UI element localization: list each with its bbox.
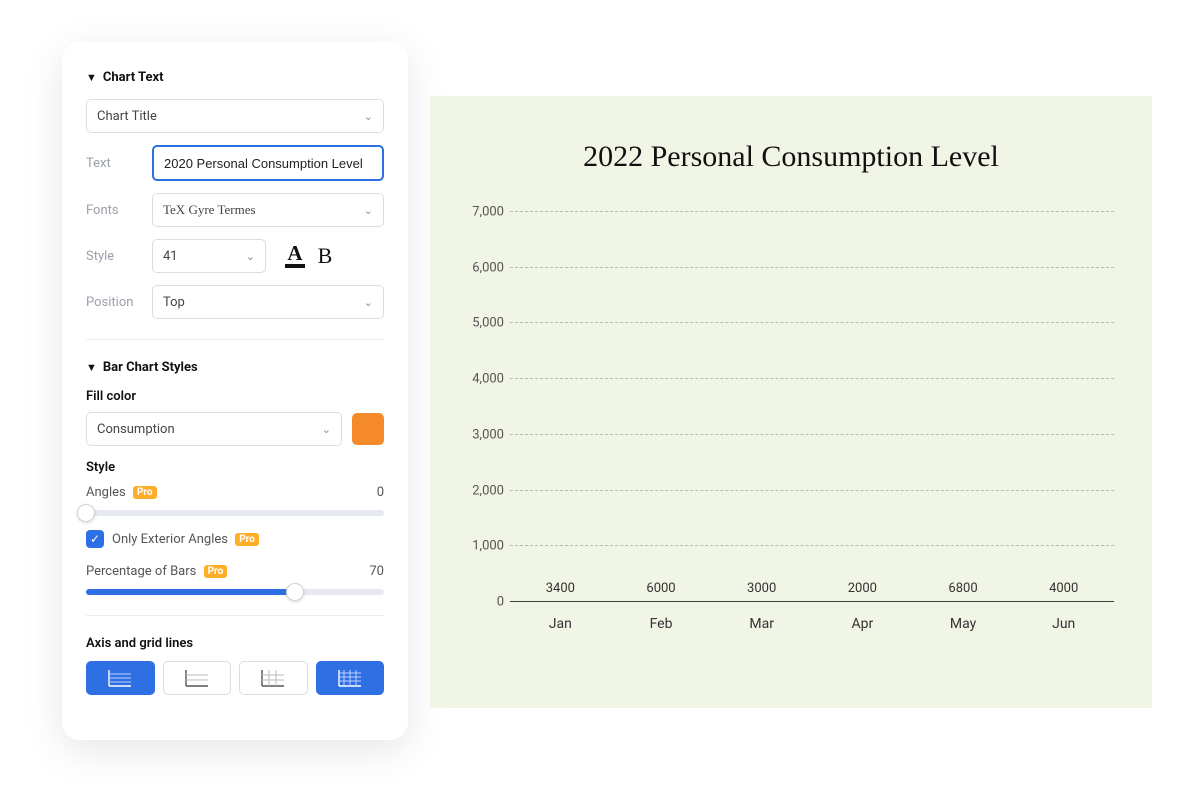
font-select[interactable]: TeX Gyre Termes ⌄ (152, 193, 384, 227)
caret-down-icon: ▼ (86, 361, 97, 374)
percent-bars-label: Percentage of Bars Pro (86, 564, 227, 579)
grid-style-axis-only[interactable] (86, 661, 155, 695)
font-color-icon: A (287, 244, 302, 262)
grid-axis-icon (107, 668, 133, 688)
x-tick-label: Apr (812, 606, 913, 646)
pro-badge: Pro (133, 486, 157, 499)
y-tick-label: 5,000 (458, 316, 504, 331)
font-color-swatch (285, 264, 305, 268)
pro-badge: Pro (235, 533, 259, 546)
pro-badge: Pro (204, 565, 228, 578)
bar-value-label: 3000 (747, 581, 776, 596)
x-axis-line (510, 601, 1114, 602)
chart-title-input-field[interactable] (164, 156, 372, 171)
grid-style-dense[interactable] (316, 661, 385, 695)
bar-value-label: 3400 (546, 581, 575, 596)
chevron-down-icon: ⌄ (322, 423, 331, 436)
style-sidebar: ▼ Chart Text Chart Title ⌄ Text Fonts Te… (62, 42, 408, 740)
only-exterior-checkbox[interactable]: ✓ (86, 530, 104, 548)
x-labels: JanFebMarAprMayJun (510, 606, 1114, 646)
y-tick-label: 3,000 (458, 427, 504, 442)
position-select-value: Top (163, 295, 185, 310)
bold-button[interactable]: B (310, 240, 340, 272)
bar-value-label: 2000 (848, 581, 877, 596)
style-sub-label: Style (86, 460, 384, 475)
grid-line (510, 434, 1114, 435)
only-exterior-label: Only Exterior Angles Pro (112, 532, 259, 547)
grid-horiz-icon (184, 668, 210, 688)
x-tick-label: Jan (510, 606, 611, 646)
font-color-button[interactable]: A (280, 240, 310, 272)
y-tick-label: 7,000 (458, 205, 504, 220)
series-select-value: Consumption (97, 422, 175, 437)
bar-value-label: 4000 (1049, 581, 1078, 596)
y-tick-label: 0 (458, 595, 504, 610)
angles-label: Angles Pro (86, 485, 157, 500)
grid-line (510, 490, 1114, 491)
chart-text-target-value: Chart Title (97, 109, 157, 124)
check-icon: ✓ (90, 532, 100, 546)
y-tick-label: 6,000 (458, 260, 504, 275)
position-select[interactable]: Top ⌄ (152, 285, 384, 319)
fill-color-label: Fill color (86, 389, 384, 404)
chevron-down-icon: ⌄ (246, 250, 255, 263)
chart-preview: 2022 Personal Consumption Level 3400 6000… (430, 96, 1152, 708)
bold-icon: B (318, 243, 333, 269)
grid-style-buttons (86, 661, 384, 695)
grid-both-icon (260, 668, 286, 688)
y-tick-label: 2,000 (458, 483, 504, 498)
style-label: Style (86, 249, 152, 264)
angles-value: 0 (377, 485, 384, 500)
bar-value-label: 6000 (646, 581, 675, 596)
x-tick-label: Jun (1013, 606, 1114, 646)
fill-color-swatch[interactable] (352, 413, 384, 445)
section-chart-text[interactable]: ▼ Chart Text (86, 70, 384, 85)
grid-line (510, 267, 1114, 268)
slider-thumb[interactable] (286, 583, 304, 601)
text-label: Text (86, 156, 152, 171)
grid-style-both[interactable] (239, 661, 308, 695)
chart-title-input[interactable] (152, 145, 384, 181)
grid-style-horizontal[interactable] (163, 661, 232, 695)
x-tick-label: Feb (611, 606, 712, 646)
chart-text-target-select[interactable]: Chart Title ⌄ (86, 99, 384, 133)
plot-area: 340060003000200068004000 01,0002,0003,00… (510, 212, 1114, 602)
chevron-down-icon: ⌄ (364, 204, 373, 217)
font-size-select[interactable]: 41 ⌄ (152, 239, 266, 273)
y-tick-label: 4,000 (458, 372, 504, 387)
grid-line (510, 322, 1114, 323)
grid-line (510, 545, 1114, 546)
angles-slider[interactable] (86, 510, 384, 516)
grid-line (510, 378, 1114, 379)
slider-thumb[interactable] (77, 504, 95, 522)
axis-grid-label: Axis and grid lines (86, 636, 384, 651)
section-bar-styles-label: Bar Chart Styles (103, 360, 198, 375)
section-bar-styles[interactable]: ▼ Bar Chart Styles (86, 360, 384, 375)
position-label: Position (86, 295, 152, 310)
percent-bars-value: 70 (369, 564, 384, 579)
chevron-down-icon: ⌄ (364, 110, 373, 123)
percent-bars-slider[interactable] (86, 589, 384, 595)
series-select[interactable]: Consumption ⌄ (86, 412, 342, 446)
grid-line (510, 211, 1114, 212)
caret-down-icon: ▼ (86, 71, 97, 84)
x-tick-label: Mar (711, 606, 812, 646)
x-tick-label: May (913, 606, 1014, 646)
section-chart-text-label: Chart Text (103, 70, 164, 85)
font-select-value: TeX Gyre Termes (163, 202, 256, 218)
grid-dense-icon (337, 668, 363, 688)
chevron-down-icon: ⌄ (364, 296, 373, 309)
chart-body: 340060003000200068004000 01,0002,0003,00… (510, 186, 1124, 646)
y-tick-label: 1,000 (458, 539, 504, 554)
divider (86, 615, 384, 616)
font-size-value: 41 (163, 249, 178, 264)
divider (86, 339, 384, 340)
chart-title: 2022 Personal Consumption Level (458, 140, 1124, 174)
fonts-label: Fonts (86, 203, 152, 218)
bar-value-label: 6800 (948, 581, 977, 596)
